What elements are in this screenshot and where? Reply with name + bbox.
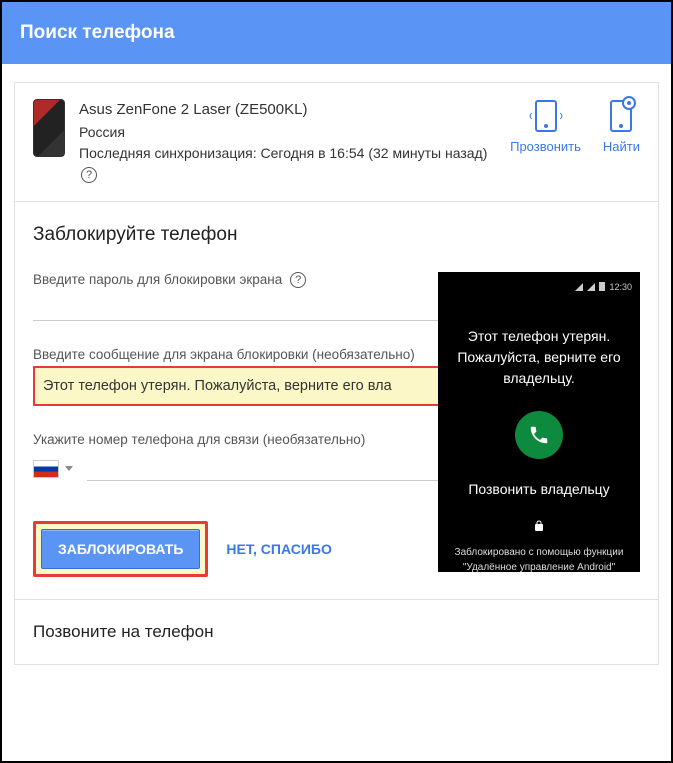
lock-screen-preview: 12:30 Этот телефон утерян. Пожалуйста, в… bbox=[438, 272, 640, 572]
call-owner-button bbox=[515, 411, 563, 459]
preview-call-label: Позвонить владельцу bbox=[446, 481, 632, 497]
message-field-block: Введите сообщение для экрана блокировки … bbox=[33, 347, 443, 406]
password-field-block: Введите пароль для блокировки экрана ? bbox=[33, 272, 443, 321]
lock-button[interactable]: ЗАБЛОКИРОВАТЬ bbox=[41, 529, 200, 569]
phone-label: Укажите номер телефона для связи (необяз… bbox=[33, 432, 443, 447]
device-thumbnail-icon bbox=[33, 99, 65, 157]
signal-icon bbox=[575, 283, 583, 291]
message-label: Введите сообщение для экрана блокировки … bbox=[33, 347, 443, 362]
page-title: Поиск телефона bbox=[20, 22, 175, 43]
device-last-sync: Последняя синхронизация: Сегодня в 16:54… bbox=[79, 143, 498, 185]
password-input[interactable] bbox=[33, 292, 443, 321]
button-row: ЗАБЛОКИРОВАТЬ НЕТ, СПАСИБО bbox=[33, 521, 443, 577]
lock-icon bbox=[446, 519, 632, 537]
lock-form: Введите пароль для блокировки экрана ? В… bbox=[33, 272, 443, 577]
phone-input[interactable] bbox=[87, 457, 443, 481]
device-actions: Прозвонить Найти bbox=[510, 99, 640, 154]
battery-icon bbox=[599, 282, 605, 291]
call-section-title: Позвоните на телефон bbox=[33, 622, 640, 642]
locate-action[interactable]: Найти bbox=[603, 99, 640, 154]
device-info: Asus ZenFone 2 Laser (ZE500KL) Россия По… bbox=[79, 99, 498, 185]
help-icon[interactable]: ? bbox=[81, 167, 97, 183]
phone-field-block: Укажите номер телефона для связи (необяз… bbox=[33, 432, 443, 481]
phone-input-row bbox=[33, 457, 443, 481]
device-card: Asus ZenFone 2 Laser (ZE500KL) Россия По… bbox=[14, 82, 659, 202]
locate-icon bbox=[604, 99, 638, 133]
preview-time: 12:30 bbox=[609, 282, 632, 292]
device-country: Россия bbox=[79, 122, 498, 143]
chevron-down-icon[interactable] bbox=[65, 466, 73, 471]
call-section: Позвоните на телефон bbox=[14, 600, 659, 665]
lock-section-title: Заблокируйте телефон bbox=[33, 224, 640, 246]
message-input[interactable]: Этот телефон утерян. Пожалуйста, верните… bbox=[33, 366, 443, 406]
no-thanks-button[interactable]: НЕТ, СПАСИБО bbox=[226, 541, 331, 557]
ring-label: Прозвонить bbox=[510, 139, 581, 154]
lock-section: Заблокируйте телефон Введите пароль для … bbox=[14, 202, 659, 600]
ring-action[interactable]: Прозвонить bbox=[510, 99, 581, 154]
preview-footer: Заблокировано с помощью функции "Удалённ… bbox=[446, 545, 632, 575]
signal-icon bbox=[587, 283, 595, 291]
page-header: Поиск телефона bbox=[2, 2, 671, 64]
ring-icon bbox=[529, 99, 563, 133]
lock-button-highlight: ЗАБЛОКИРОВАТЬ bbox=[33, 521, 208, 577]
flag-russia-icon[interactable] bbox=[33, 460, 59, 478]
password-label: Введите пароль для блокировки экрана ? bbox=[33, 272, 443, 288]
preview-status-bar: 12:30 bbox=[446, 280, 632, 294]
help-icon[interactable]: ? bbox=[290, 272, 306, 288]
locate-label: Найти bbox=[603, 139, 640, 154]
preview-message: Этот телефон утерян. Пожалуйста, верните… bbox=[446, 326, 632, 389]
main-container: Asus ZenFone 2 Laser (ZE500KL) Россия По… bbox=[2, 82, 671, 665]
device-name: Asus ZenFone 2 Laser (ZE500KL) bbox=[79, 99, 498, 122]
phone-icon bbox=[528, 424, 550, 446]
